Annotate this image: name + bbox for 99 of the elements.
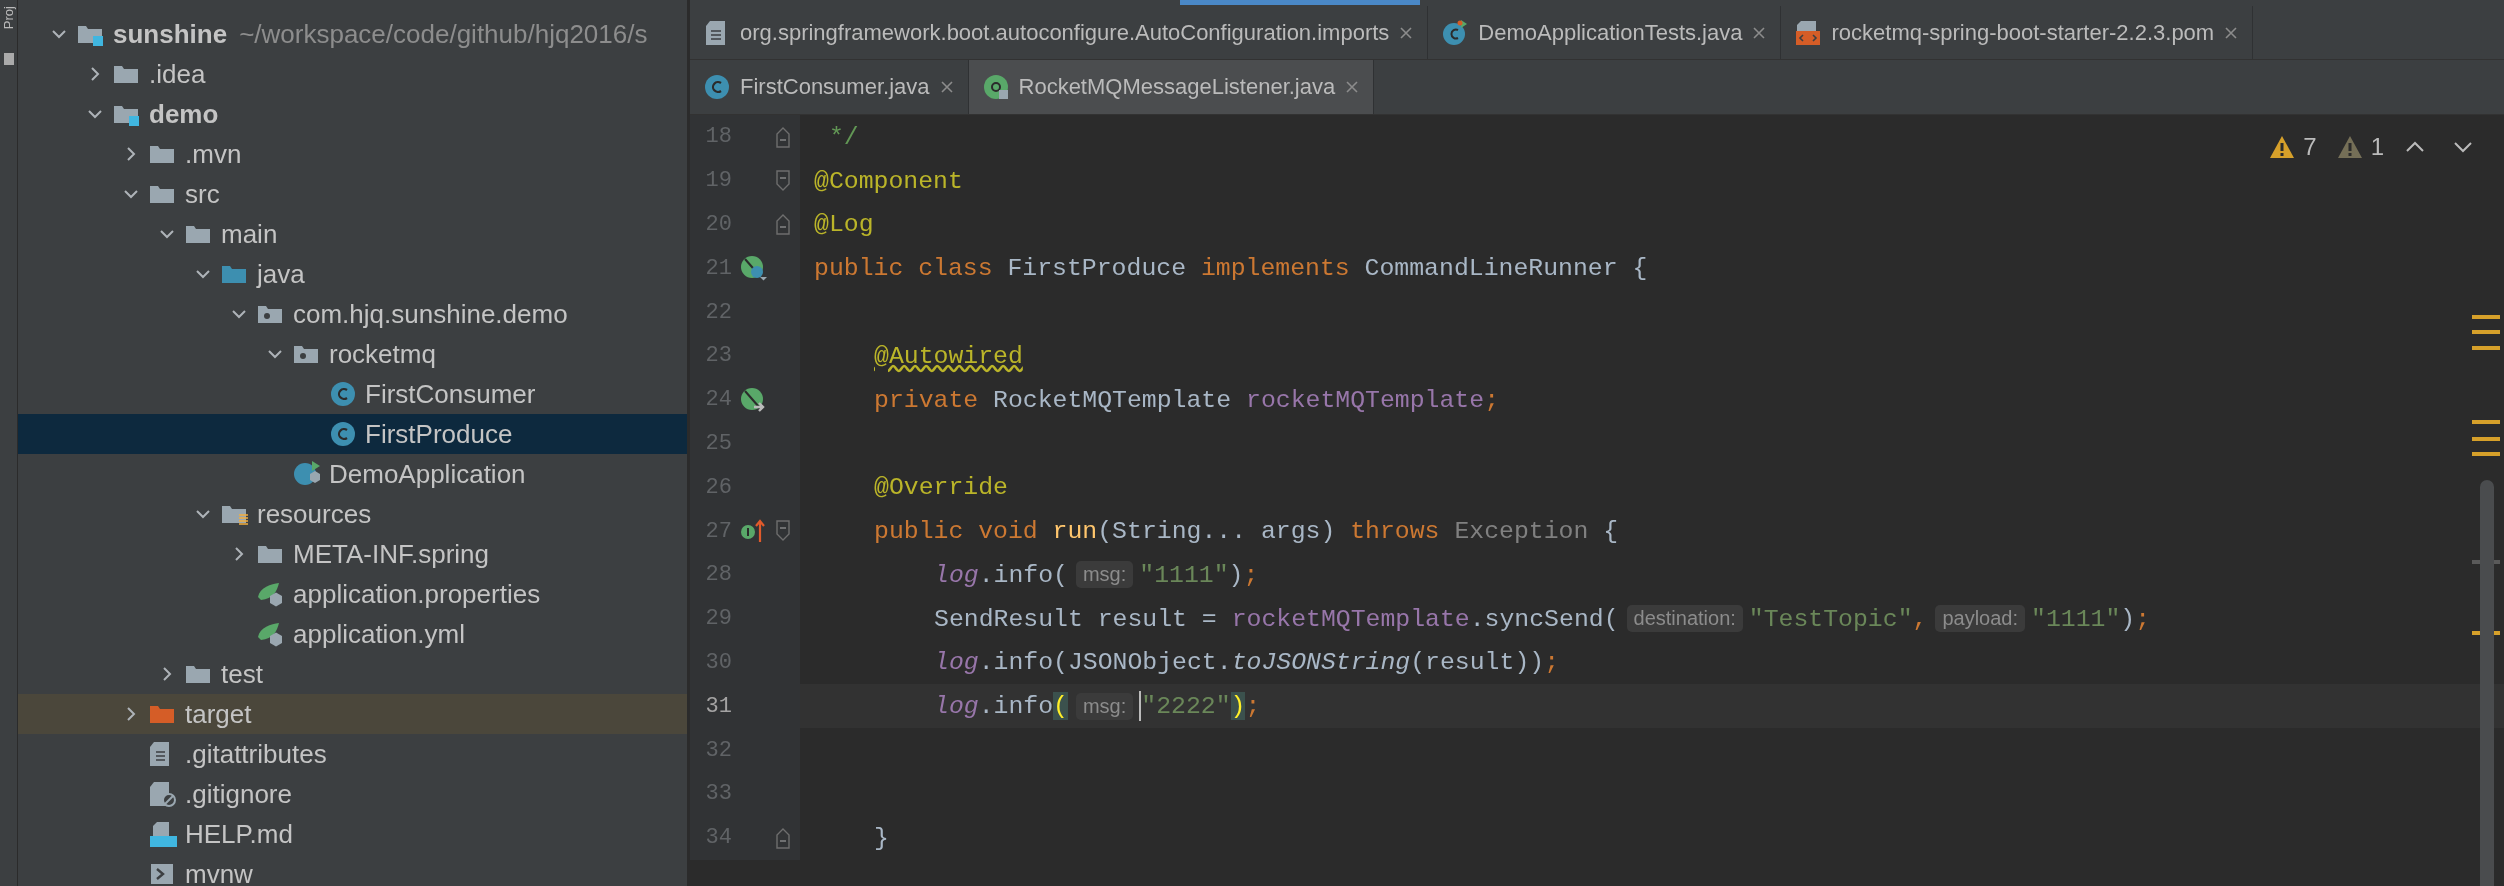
implements-icon[interactable]: [740, 518, 768, 545]
fold-marker-icon[interactable]: [776, 169, 790, 192]
item-label: DemoApplication: [329, 458, 526, 490]
code-text: @Component: [814, 166, 963, 195]
code-text: private RocketMQTemplate rocketMQTemplate;: [874, 385, 1499, 414]
close-icon[interactable]: [1399, 25, 1414, 40]
item-label: mvnw: [185, 858, 253, 886]
scrollbar-thumb[interactable]: [2480, 480, 2494, 886]
tree-row[interactable]: .gitignore: [18, 774, 687, 814]
tree-row[interactable]: com.hjq.sunshine.demo: [18, 294, 687, 334]
item-label: .gitignore: [185, 778, 292, 810]
fold-marker-icon[interactable]: [776, 125, 790, 148]
code-text: log.info(JSONObject.toJSONString(result));: [934, 648, 1560, 677]
code-text: @Autowired: [874, 341, 1023, 370]
code-text: @Override: [874, 473, 1008, 502]
item-label: .gitattributes: [185, 738, 327, 770]
code-text: log.info(: [934, 560, 1068, 589]
annotation-icon: [982, 74, 1009, 100]
parameter-hint: msg:: [1075, 561, 1134, 589]
code-text: "1111");: [1139, 560, 1259, 589]
item-label: application.properties: [293, 578, 541, 610]
class-icon: [704, 74, 730, 100]
item-label: com.hjq.sunshine.demo: [293, 298, 568, 330]
ignored-file-icon: [149, 781, 177, 807]
item-label: resources: [257, 498, 372, 530]
item-label: META-INF.spring: [293, 538, 489, 570]
item-label: target: [185, 698, 252, 730]
tree-row[interactable]: test: [18, 654, 687, 694]
tree-row[interactable]: src: [18, 174, 687, 214]
code-text: log.info(: [934, 692, 1068, 721]
tree-row[interactable]: java: [18, 254, 687, 294]
chevron-down-icon[interactable]: [2452, 139, 2474, 155]
fold-marker-icon[interactable]: [776, 520, 790, 543]
tree-row[interactable]: META-INF.spring: [18, 534, 687, 574]
code-text: @Log: [814, 210, 874, 239]
item-label: main: [221, 218, 278, 250]
warning-icon[interactable]: [2269, 135, 2296, 159]
code-text: */: [827, 122, 859, 151]
spring-class-icon: [293, 461, 321, 487]
code-text: "2222");: [1141, 692, 1261, 721]
leaf-icon: [257, 581, 285, 607]
close-icon[interactable]: [939, 80, 954, 94]
item-label: .idea: [149, 58, 206, 90]
tree-row[interactable]: .gitattributes: [18, 734, 687, 774]
line-number: 31: [704, 693, 732, 719]
code-text: public void run(String... args) throws Exception {: [874, 517, 1619, 546]
close-icon[interactable]: [1752, 25, 1767, 40]
markdown-file-icon: [149, 821, 177, 847]
warning-icon[interactable]: [2336, 135, 2363, 159]
tree-row[interactable]: .mvn: [18, 134, 687, 174]
fold-marker-icon[interactable]: [776, 826, 790, 849]
bean-icon[interactable]: [740, 255, 768, 282]
code-text: "1111");: [2031, 604, 2151, 633]
item-label: src: [185, 178, 220, 210]
tree-row[interactable]: application.properties: [18, 574, 687, 614]
class-icon: [329, 421, 357, 447]
fold-marker-icon[interactable]: [776, 213, 790, 236]
parameter-hint: msg:: [1075, 692, 1134, 720]
item-label: HELP.md: [185, 818, 293, 850]
item-label: FirstConsumer: [365, 378, 536, 410]
parameter-hint: payload:: [1935, 605, 2026, 633]
item-label: application.yml: [293, 618, 465, 650]
project-path: ~/workspace/code/github/hjq2016/s: [239, 18, 648, 50]
tree-row[interactable]: target: [18, 694, 687, 734]
item-label: java: [257, 258, 305, 290]
item-label: sunshine: [113, 18, 228, 50]
tool-window-marker: [3, 53, 14, 66]
code-text: "TestTopic",: [1748, 604, 1928, 633]
item-label: .mvn: [185, 138, 242, 170]
tree-row[interactable]: HELP.md: [18, 814, 687, 854]
weak-warning-count: 1: [2370, 133, 2384, 161]
tree-row[interactable]: resources: [18, 494, 687, 534]
code-text: public class FirstProduce implements CommandLineRunner {: [814, 254, 1648, 283]
class-icon: [329, 381, 357, 407]
tree-row[interactable]: sunshine ~/workspace/code/github/hjq2016/s: [18, 14, 687, 54]
tree-row[interactable]: demo: [18, 94, 687, 134]
item-label: demo: [149, 98, 219, 130]
close-icon[interactable]: [1345, 80, 1360, 94]
test-class-icon: [1442, 19, 1469, 46]
pom-file-icon: [1795, 19, 1822, 46]
item-label: FirstProduce: [365, 418, 513, 450]
tree-row[interactable]: FirstConsumer: [18, 374, 687, 414]
warning-count: 7: [2303, 133, 2317, 161]
tree-row[interactable]: FirstProduce: [18, 414, 687, 454]
tree-row[interactable]: .idea: [18, 54, 687, 94]
leaf-icon: [257, 621, 285, 647]
code-text: }: [874, 823, 889, 852]
close-icon[interactable]: [2224, 25, 2239, 40]
code-text: SendResult result = rocketMQTemplate.syncSend(: [934, 604, 1619, 633]
parameter-hint: destination:: [1626, 605, 1743, 633]
tool-window-label[interactable]: Proj: [0, 6, 17, 30]
item-label: rocketmq: [329, 338, 436, 370]
tree-row[interactable]: DemoApplication: [18, 454, 687, 494]
item-label: test: [221, 658, 263, 690]
tree-row[interactable]: main: [18, 214, 687, 254]
editor-tab[interactable]: RocketMQMessageListener.java: [968, 60, 1375, 114]
tree-row[interactable]: application.yml: [18, 614, 687, 654]
tree-row[interactable]: rocketmq: [18, 334, 687, 374]
tree-row[interactable]: mvnw: [18, 854, 687, 886]
